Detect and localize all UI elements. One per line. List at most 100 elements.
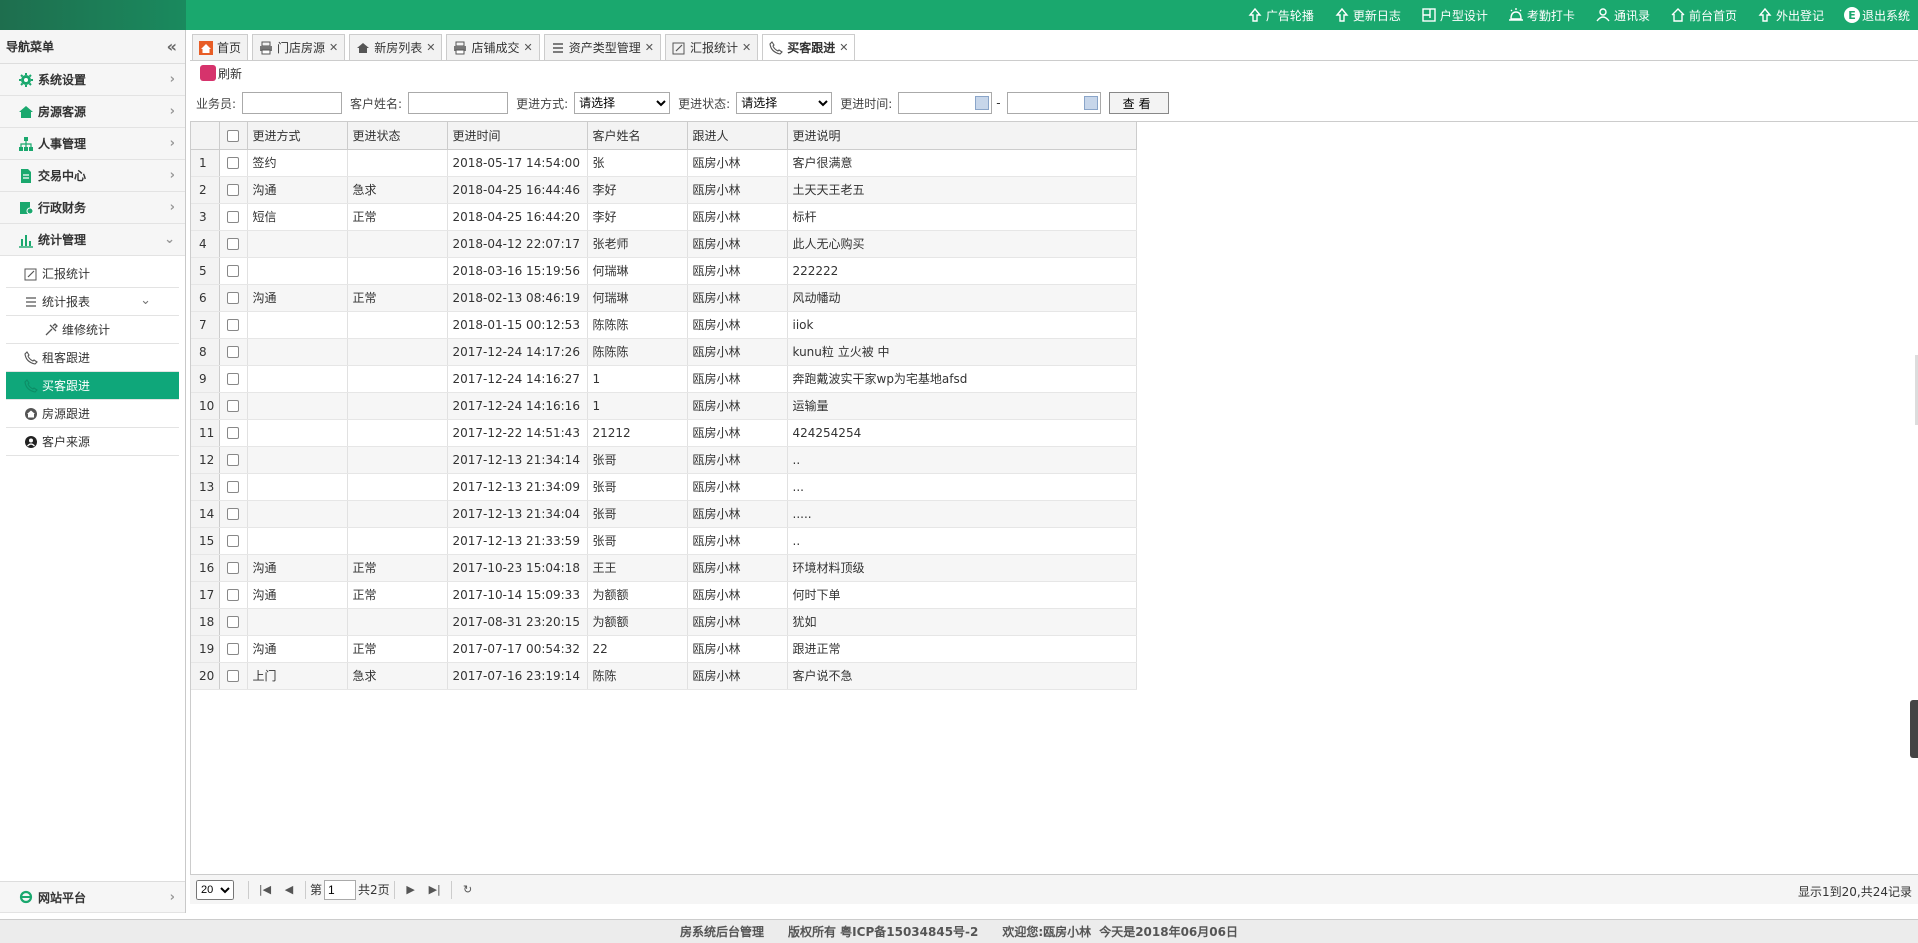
last-page-icon[interactable]: ▶| bbox=[427, 882, 443, 898]
table-row[interactable]: 1 签约 2018-05-17 14:54:00 张瓯房小林 客户很满意 bbox=[191, 149, 1137, 177]
table-row[interactable]: 5 2018-03-16 15:19:56 何瑞琳 瓯房小林 222222 bbox=[191, 257, 1137, 285]
salesman-input[interactable] bbox=[242, 92, 343, 114]
table-row[interactable]: 7 2018-01-15 00:12:53 陈陈陈 瓯房小林 iiok bbox=[191, 311, 1137, 339]
table-row[interactable]: 12 2017-12-13 21:34:14 张哥 瓯房小林.. bbox=[191, 446, 1137, 474]
page-number-input[interactable] bbox=[324, 879, 357, 900]
top-menu-item[interactable]: 广告轮播 bbox=[1247, 7, 1314, 24]
table-row[interactable]: 2 沟通 急求 2018-04-25 16:44:46 李好 瓯房小林 土天天王老五 bbox=[191, 176, 1137, 204]
sidebar-subitem[interactable]: 买客跟进 bbox=[6, 372, 179, 400]
table-row[interactable]: 16 沟通 正常 2017-10-23 15:04:18 王王 瓯房小林 环境材料顶级 bbox=[191, 554, 1137, 582]
reload-icon[interactable]: ↻ bbox=[460, 882, 476, 898]
row-checkbox[interactable] bbox=[227, 535, 239, 547]
row-checkbox[interactable] bbox=[227, 238, 239, 250]
row-checkbox[interactable] bbox=[227, 643, 239, 655]
first-page-icon[interactable]: |◀ bbox=[257, 882, 273, 898]
table-row[interactable]: 10 2017-12-24 14:16:16 1 瓯房小林 运输量 bbox=[191, 392, 1137, 420]
search-button[interactable]: 查看 bbox=[1108, 92, 1169, 114]
table-row[interactable]: 3 短信 正常 2018-04-25 16:44:20 李好 瓯房小林 标杆 bbox=[191, 203, 1137, 231]
row-checkbox[interactable] bbox=[227, 346, 239, 358]
sidebar-item[interactable]: 交易中心 › bbox=[0, 160, 185, 192]
row-checkbox[interactable] bbox=[227, 211, 239, 223]
sidebar-subitem[interactable]: 统计报表 ⌄ bbox=[6, 288, 179, 316]
table-row[interactable]: 6 沟通 正常 2018-02-13 08:46:19 何瑞琳 瓯房小林 风动幡动 bbox=[191, 284, 1137, 312]
table-row[interactable]: 14 2017-12-13 21:34:04 张哥 瓯房小林..... bbox=[191, 500, 1137, 528]
close-tab-icon[interactable]: ✕ bbox=[742, 41, 751, 54]
sidebar-item-web-platform[interactable]: 网站平台 › bbox=[0, 881, 185, 913]
collapse-sidebar-icon[interactable]: « bbox=[167, 37, 177, 56]
column-header[interactable]: 更进时间 bbox=[447, 122, 588, 150]
table-row[interactable]: 20 上门 急求 2017-07-16 23:19:14 陈陈 瓯房小林 客户说不急 bbox=[191, 662, 1137, 690]
sidebar-subitem[interactable]: 汇报统计 bbox=[6, 260, 179, 288]
top-menu-item[interactable]: 户型设计 bbox=[1421, 7, 1488, 24]
row-checkbox[interactable] bbox=[227, 562, 239, 574]
table-row[interactable]: 17 沟通 正常 2017-10-14 15:09:33 为额额 瓯房小林 何时下单 bbox=[191, 581, 1137, 609]
row-checkbox[interactable] bbox=[227, 373, 239, 385]
top-menu-item[interactable]: 前台首页 bbox=[1670, 7, 1737, 24]
column-header[interactable]: 客户姓名 bbox=[587, 122, 688, 150]
tab[interactable]: 门店房源 ✕ bbox=[252, 34, 346, 60]
close-tab-icon[interactable]: ✕ bbox=[329, 41, 338, 54]
tab[interactable]: 买客跟进 ✕ bbox=[762, 34, 856, 60]
close-tab-icon[interactable]: ✕ bbox=[645, 41, 654, 54]
close-tab-icon[interactable]: ✕ bbox=[524, 41, 533, 54]
row-checkbox[interactable] bbox=[227, 481, 239, 493]
tab[interactable]: 汇报统计 ✕ bbox=[664, 34, 759, 60]
row-checkbox[interactable] bbox=[227, 184, 239, 196]
prev-page-icon[interactable]: ◀ bbox=[281, 882, 297, 898]
table-row[interactable]: 13 2017-12-13 21:34:09 张哥 瓯房小林... bbox=[191, 473, 1137, 501]
sidebar-subitem[interactable]: 房源跟进 bbox=[6, 400, 179, 428]
page-size-select[interactable]: 20 bbox=[196, 879, 234, 900]
row-checkbox[interactable] bbox=[227, 265, 239, 277]
row-checkbox[interactable] bbox=[227, 292, 239, 304]
table-row[interactable]: 19 沟通 正常 2017-07-17 00:54:32 22 瓯房小林 跟进正常 bbox=[191, 635, 1137, 663]
row-checkbox[interactable] bbox=[227, 616, 239, 628]
table-row[interactable]: 11 2017-12-22 14:51:43 21212 瓯房小林 424254254 bbox=[191, 419, 1137, 447]
refresh-button[interactable]: 刷新 bbox=[200, 65, 242, 82]
row-checkbox[interactable] bbox=[227, 319, 239, 331]
calendar-icon[interactable] bbox=[975, 96, 990, 110]
sidebar-item[interactable]: 行政财务 › bbox=[0, 192, 185, 224]
top-menu-item[interactable]: 通讯录 bbox=[1595, 7, 1650, 24]
row-checkbox[interactable] bbox=[227, 454, 239, 466]
row-checkbox[interactable] bbox=[227, 400, 239, 412]
sidebar-subitem[interactable]: 客户来源 bbox=[6, 428, 179, 456]
close-tab-icon[interactable]: ✕ bbox=[839, 41, 848, 54]
column-header[interactable]: 跟进人 bbox=[687, 122, 788, 150]
select-all-checkbox[interactable] bbox=[227, 129, 239, 142]
close-tab-icon[interactable]: ✕ bbox=[426, 41, 435, 54]
row-checkbox[interactable] bbox=[227, 670, 239, 682]
column-header[interactable]: 更进说明 bbox=[787, 122, 1137, 150]
table-row[interactable]: 8 2017-12-24 14:17:26 陈陈陈 瓯房小林 kunu粒 立火被 中 bbox=[191, 338, 1137, 366]
top-menu-item[interactable]: 更新日志 bbox=[1334, 7, 1401, 24]
row-checkbox[interactable] bbox=[227, 157, 239, 169]
calendar-icon[interactable] bbox=[1083, 96, 1098, 110]
sidebar-subitem[interactable]: 租客跟进 bbox=[6, 344, 179, 372]
end-date-input[interactable] bbox=[1006, 92, 1101, 114]
row-checkbox[interactable] bbox=[227, 589, 239, 601]
sidebar-item[interactable]: 统计管理 ⌄ bbox=[0, 224, 185, 256]
start-date-input[interactable] bbox=[898, 92, 993, 114]
tab[interactable]: 资产类型管理 ✕ bbox=[543, 34, 661, 60]
column-header[interactable]: 更进状态 bbox=[347, 122, 448, 150]
method-select[interactable]: 请选择 bbox=[574, 92, 671, 114]
top-menu-item[interactable]: E 退出系统 bbox=[1843, 7, 1910, 24]
sidebar-item[interactable]: 人事管理 › bbox=[0, 128, 185, 160]
row-checkbox[interactable] bbox=[227, 508, 239, 520]
tab[interactable]: 店铺成交 ✕ bbox=[446, 34, 540, 60]
top-menu-item[interactable]: 外出登记 bbox=[1757, 7, 1824, 24]
customer-name-input[interactable] bbox=[408, 92, 509, 114]
table-row[interactable]: 4 2018-04-12 22:07:17 张老师 瓯房小林 此人无心购买 bbox=[191, 230, 1137, 258]
tab[interactable]: 新房列表 ✕ bbox=[349, 34, 443, 60]
top-menu-item[interactable]: 考勤打卡 bbox=[1508, 7, 1575, 24]
tab[interactable]: 首页 bbox=[192, 34, 249, 60]
sidebar-subitem[interactable]: 维修统计 bbox=[6, 316, 179, 344]
table-row[interactable]: 18 2017-08-31 23:20:15 为额额 瓯房小林 犹如 bbox=[191, 608, 1137, 636]
sidebar-item[interactable]: 房源客源 › bbox=[0, 96, 185, 128]
row-checkbox[interactable] bbox=[227, 427, 239, 439]
sidebar-item[interactable]: 系统设置 › bbox=[0, 64, 185, 96]
table-row[interactable]: 15 2017-12-13 21:33:59 张哥 瓯房小林.. bbox=[191, 527, 1137, 555]
status-select[interactable]: 请选择 bbox=[736, 92, 833, 114]
next-page-icon[interactable]: ▶ bbox=[403, 882, 419, 898]
right-edge-handle[interactable] bbox=[1910, 700, 1918, 758]
column-header[interactable]: 更进方式 bbox=[247, 122, 348, 150]
